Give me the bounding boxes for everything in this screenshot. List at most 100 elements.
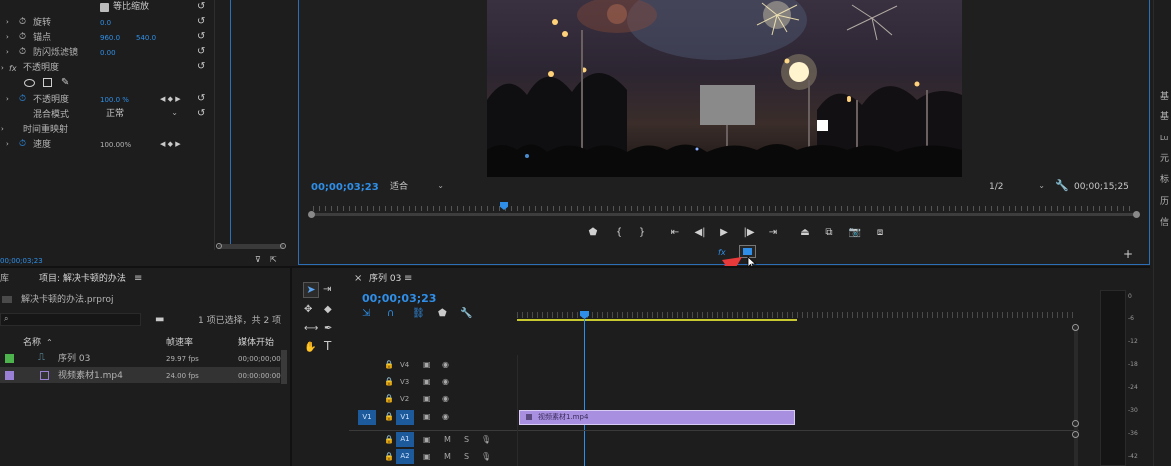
program-timecode[interactable]: 00;00;03;23 — [311, 182, 379, 193]
expand-arrow-icon[interactable]: › — [1, 124, 4, 135]
opacity-value[interactable]: 100.0 % — [100, 95, 129, 106]
stopwatch-icon[interactable]: ⏱ — [19, 17, 26, 28]
scrubber-left-cap[interactable] — [308, 211, 315, 218]
antiflicker-value[interactable]: 0.00 — [100, 48, 116, 59]
lock-icon[interactable]: 🔒 — [384, 360, 394, 369]
reset-icon[interactable]: ↺ — [197, 1, 205, 12]
filter-icon[interactable]: ⊽ — [255, 254, 261, 265]
pen-tool-icon[interactable]: ✒ — [324, 323, 332, 334]
column-header-fps[interactable]: 帧速率 — [166, 338, 193, 349]
nest-icon[interactable]: ⇲ — [362, 308, 370, 319]
solo-button[interactable]: S — [464, 452, 469, 461]
library-tab[interactable]: 库 — [0, 274, 9, 285]
list-item[interactable]: 视频素材1.mp4 24.00 fps 00:00:00:00 — [0, 367, 281, 383]
new-bin-icon[interactable]: ▬ — [155, 314, 164, 325]
track-select-tool-icon[interactable]: ⇥ — [323, 284, 331, 295]
timeline-settings-wrench-icon[interactable]: 🔧 — [460, 308, 472, 319]
eye-icon[interactable]: ◉ — [442, 412, 449, 421]
anchor-y-value[interactable]: 540.0 — [136, 33, 156, 44]
expand-arrow-icon[interactable]: › — [6, 94, 9, 105]
toggle-sync-icon[interactable]: ▣ — [423, 394, 431, 403]
track-target-a1[interactable]: A1 — [396, 432, 414, 447]
column-header-start[interactable]: 媒体开始 — [238, 338, 274, 349]
work-area-bar[interactable] — [517, 319, 797, 321]
right-panel-item[interactable]: 基 — [1160, 112, 1169, 123]
blend-mode-dropdown[interactable]: 正常 ⌄ — [100, 108, 180, 120]
lock-icon[interactable]: 🔒 — [384, 377, 394, 386]
razor-tool-icon[interactable]: ◆ — [324, 304, 332, 315]
extract-icon[interactable]: ⧉ — [822, 227, 836, 238]
ripple-edit-tool-icon[interactable]: ✥ — [304, 304, 312, 315]
right-panel-item[interactable]: Lu — [1160, 133, 1168, 144]
type-tool-icon[interactable]: T — [324, 340, 331, 352]
reset-icon[interactable]: ↺ — [197, 108, 205, 119]
mute-button[interactable]: M — [444, 452, 451, 461]
play-icon[interactable]: ▶ — [717, 227, 731, 238]
ellipse-mask-icon[interactable] — [24, 79, 35, 87]
stopwatch-icon[interactable]: ⏱ — [19, 32, 26, 43]
reset-icon[interactable]: ↺ — [197, 93, 205, 104]
list-item[interactable]: ⎍ 序列 03 29.97 fps 00;00;00;00 — [0, 350, 281, 366]
timeline-scrollbar[interactable] — [1074, 326, 1078, 466]
step-forward-icon[interactable]: |▶ — [742, 227, 756, 238]
lock-icon[interactable]: 🔒 — [384, 412, 394, 421]
scrubber-right-cap[interactable] — [1133, 211, 1140, 218]
speed-value[interactable]: 100.00% — [100, 140, 131, 151]
timeline-close-icon[interactable]: × — [354, 273, 362, 284]
stopwatch-icon[interactable]: ⏱ — [19, 94, 26, 105]
right-panel-item[interactable]: 标 — [1160, 175, 1169, 186]
export-icon[interactable]: ⇱ — [270, 254, 277, 265]
mark-out-icon[interactable]: } — [635, 227, 649, 238]
stopwatch-icon[interactable]: ⏱ — [19, 47, 26, 58]
sort-up-icon[interactable]: ⌃ — [46, 337, 53, 348]
lock-icon[interactable]: 🔒 — [384, 452, 394, 461]
reset-icon[interactable]: ↺ — [197, 16, 205, 27]
scroll-handle-low[interactable] — [1072, 431, 1079, 438]
hand-tool-icon[interactable]: ✋ — [304, 342, 316, 353]
panel-menu-icon[interactable]: ≡ — [404, 273, 412, 284]
expand-arrow-icon[interactable]: › — [1, 63, 4, 74]
rotation-value[interactable]: 0.0 — [100, 18, 111, 29]
lift-icon[interactable]: ⏏ — [798, 227, 812, 238]
video-clip[interactable]: 视频素材1.mp4 — [519, 410, 795, 425]
toggle-sync-icon[interactable]: ▣ — [423, 377, 431, 386]
source-patch-v1[interactable]: V1 — [358, 410, 376, 425]
selection-tool-icon[interactable]: ➤ — [303, 282, 319, 298]
comparison-view-icon[interactable]: ⧈ — [873, 227, 887, 238]
keyframe-nav-icon[interactable]: ◀ ◆ ▶ — [160, 139, 181, 150]
pen-mask-icon[interactable]: ✎ — [61, 77, 69, 88]
expand-arrow-icon[interactable]: › — [6, 17, 9, 28]
sequence-tab[interactable]: 序列 03 — [369, 274, 401, 285]
project-scrollbar[interactable] — [281, 350, 287, 384]
reset-icon[interactable]: ↺ — [197, 31, 205, 42]
lock-icon[interactable]: 🔒 — [384, 394, 394, 403]
eye-icon[interactable]: ◉ — [442, 377, 449, 386]
column-header-name[interactable]: 名称 — [23, 338, 41, 349]
anchor-x-value[interactable]: 960.0 — [100, 33, 120, 44]
scroll-handle-top[interactable] — [1072, 324, 1079, 331]
toggle-sync-icon[interactable]: ▣ — [423, 360, 431, 369]
solo-button[interactable]: S — [464, 435, 469, 444]
microphone-icon[interactable]: 🎙 — [481, 452, 491, 461]
lock-icon[interactable]: 🔒 — [384, 435, 394, 444]
eye-icon[interactable]: ◉ — [442, 360, 449, 369]
expand-arrow-icon[interactable]: › — [6, 139, 9, 150]
mark-in-icon[interactable]: { — [612, 227, 626, 238]
right-panel-item[interactable]: 元 — [1160, 154, 1169, 165]
search-field[interactable]: ⌕ — [0, 313, 141, 326]
go-to-in-icon[interactable]: ⇤ — [668, 227, 682, 238]
wrench-icon[interactable]: 🔧 — [1055, 180, 1069, 191]
step-back-icon[interactable]: ◀| — [693, 227, 707, 238]
monitor-scrubber[interactable] — [307, 202, 1141, 218]
time-ruler[interactable] — [517, 312, 1077, 322]
rectangle-mask-icon[interactable] — [43, 78, 52, 87]
scroll-handle-right[interactable] — [280, 243, 286, 249]
linked-selection-icon[interactable]: ⛓ — [412, 308, 425, 319]
uniform-scale-checkbox[interactable] — [100, 3, 109, 12]
expand-arrow-icon[interactable]: › — [6, 32, 9, 43]
toggle-sync-icon[interactable]: ▣ — [423, 452, 431, 461]
camera-icon[interactable]: 📷 — [848, 227, 862, 238]
slip-tool-icon[interactable]: ⟷ — [304, 323, 318, 334]
fit-dropdown[interactable]: 适合 ⌄ — [388, 180, 446, 193]
scroll-handle-left[interactable] — [216, 243, 222, 249]
